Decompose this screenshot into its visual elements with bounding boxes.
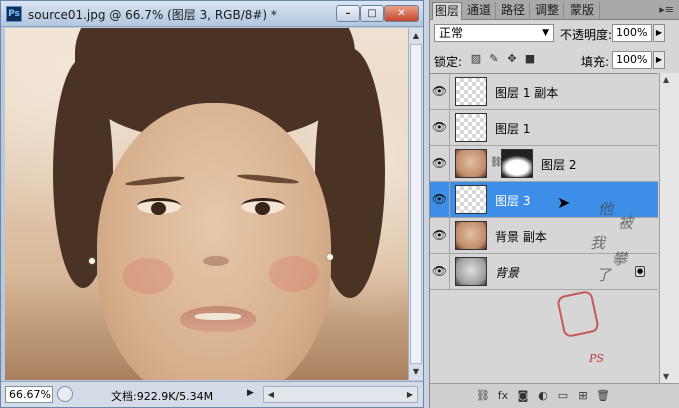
layer-style-fx-icon[interactable]: fx (494, 388, 512, 404)
tab-channels[interactable]: 通道 (463, 2, 496, 20)
eye-visibility-icon[interactable]: 👁 (430, 74, 450, 109)
layer-thumbnail (455, 185, 487, 214)
handwritten-watermark: 他 (598, 200, 614, 218)
fill-slider-arrow-icon[interactable]: ▶ (653, 51, 665, 69)
layer-thumbnail (455, 77, 487, 106)
eye-visibility-icon[interactable]: 👁 (430, 146, 450, 181)
delete-layer-trash-icon[interactable]: 🗑 (594, 388, 612, 404)
fill-field[interactable]: 100% (612, 51, 652, 69)
blend-mode-select[interactable]: 正常 ▼ (434, 24, 554, 42)
layer-row[interactable]: 👁 ⛓ 图层 2 (430, 146, 658, 182)
layer-thumbnail (455, 113, 487, 142)
handwritten-watermark: 被 (618, 214, 634, 232)
status-bar: 66.67% 文档:922.9K/5.34M ▶ ◀ ▶ (1, 381, 423, 407)
close-button[interactable]: ✕ (384, 5, 419, 22)
maximize-button[interactable]: □ (360, 5, 384, 22)
layer-name: 图层 1 副本 (495, 86, 559, 100)
opacity-slider-arrow-icon[interactable]: ▶ (653, 24, 665, 42)
nose (203, 256, 229, 266)
status-menu-arrow-icon[interactable]: ▶ (247, 388, 254, 398)
eye-visibility-icon[interactable]: 👁 (430, 254, 450, 289)
layers-panel: 图层 通道 路径 调整 蒙版 ▸≡ 正常 ▼ 不透明度: 100% ▶ 锁定: … (429, 0, 679, 408)
handwritten-watermark: 了 (596, 266, 612, 284)
eye-visibility-icon[interactable]: 👁 (430, 182, 450, 217)
layer-thumbnail (455, 257, 487, 286)
tab-paths[interactable]: 路径 (497, 2, 530, 20)
site-watermark-stamp: PS (589, 352, 604, 365)
document-title-bar[interactable]: Ps source01.jpg @ 66.7% (图层 3, RGB/8#) *… (1, 1, 423, 27)
panel-menu-icon[interactable]: ▸≡ (659, 3, 674, 16)
photoshop-icon: Ps (6, 6, 22, 22)
tab-layers[interactable]: 图层 (432, 2, 462, 20)
layer-mask-thumbnail[interactable] (501, 149, 533, 178)
scroll-right-icon[interactable]: ▶ (404, 388, 416, 401)
zoom-field[interactable]: 66.67% (5, 386, 53, 403)
document-size-info: 文档:922.9K/5.34M (111, 390, 214, 403)
chevron-down-icon: ▼ (542, 28, 549, 38)
opacity-label: 不透明度: (560, 28, 613, 42)
opacity-field[interactable]: 100% (612, 24, 652, 42)
blend-mode-value: 正常 (439, 26, 464, 40)
scroll-up-icon[interactable]: ▲ (663, 75, 669, 84)
fill-label: 填充: (581, 55, 610, 69)
layers-scrollbar[interactable]: ▲ ▼ (659, 73, 679, 383)
add-mask-icon[interactable]: ◙ (514, 388, 532, 404)
tab-adjustments[interactable]: 调整 (531, 2, 564, 20)
adjustment-layer-icon[interactable]: ◐ (534, 388, 552, 404)
lock-image-brush-icon[interactable]: ✎ (488, 53, 500, 65)
lock-all-icon[interactable]: ■ (524, 53, 536, 65)
eye-visibility-icon[interactable]: 👁 (430, 110, 450, 145)
scroll-up-icon[interactable]: ▲ (410, 29, 422, 43)
left-earring (89, 258, 95, 264)
status-info-icon[interactable] (57, 386, 73, 402)
eye-visibility-icon[interactable]: 👁 (430, 218, 450, 253)
maximize-icon: □ (367, 8, 377, 19)
scroll-left-icon[interactable]: ◀ (265, 388, 277, 401)
portrait-photo (5, 28, 408, 380)
layer-row[interactable]: 👁 图层 1 副本 (430, 74, 658, 110)
mouse-cursor-icon: ➤ (557, 193, 571, 212)
close-icon: ✕ (397, 8, 406, 19)
right-earring (327, 254, 333, 260)
panel-tabs: 图层 通道 路径 调整 蒙版 ▸≡ (430, 0, 679, 20)
teeth (195, 313, 241, 320)
lock-position-move-icon[interactable]: ✥ (506, 53, 518, 65)
layer-row[interactable]: 👁 图层 1 (430, 110, 658, 146)
minimize-button[interactable]: – (336, 5, 360, 22)
scroll-thumb[interactable] (410, 44, 422, 364)
document-title: source01.jpg @ 66.7% (图层 3, RGB/8#) * (28, 8, 277, 22)
lock-label: 锁定: (434, 55, 463, 69)
lock-transparency-icon[interactable]: ▨ (470, 53, 482, 65)
left-eye (137, 198, 181, 215)
layer-name: 图层 3 (495, 194, 531, 208)
layer-thumbnail (455, 149, 487, 178)
tab-masks[interactable]: 蒙版 (565, 2, 600, 20)
layers-bottom-toolbar: ⛓ fx ◙ ◐ ▭ ⊞ 🗑 (430, 383, 679, 408)
handwritten-watermark: 我 (590, 234, 606, 252)
face (97, 103, 331, 380)
scroll-down-icon[interactable]: ▼ (410, 365, 422, 379)
scroll-down-icon[interactable]: ▼ (663, 372, 669, 381)
horizontal-scrollbar[interactable]: ◀ ▶ (263, 386, 418, 403)
lock-icon: ● (635, 266, 645, 277)
new-layer-icon[interactable]: ⊞ (574, 388, 592, 404)
layer-thumbnail (455, 221, 487, 250)
left-cheek (123, 258, 173, 294)
vertical-scrollbar[interactable]: ▲ ▼ (408, 28, 423, 380)
layer-name: 图层 1 (495, 122, 531, 136)
new-group-folder-icon[interactable]: ▭ (554, 388, 572, 404)
handwritten-watermark: 攀 (612, 250, 628, 268)
minimize-icon: – (345, 8, 351, 19)
link-layers-icon[interactable]: ⛓ (474, 388, 492, 404)
right-eye (241, 198, 285, 215)
right-cheek (269, 256, 319, 292)
layer-name: 背景 (495, 266, 520, 280)
image-canvas[interactable] (5, 28, 408, 380)
document-window: Ps source01.jpg @ 66.7% (图层 3, RGB/8#) *… (0, 0, 424, 408)
layer-name: 背景 副本 (495, 230, 547, 244)
layer-name: 图层 2 (541, 158, 577, 172)
